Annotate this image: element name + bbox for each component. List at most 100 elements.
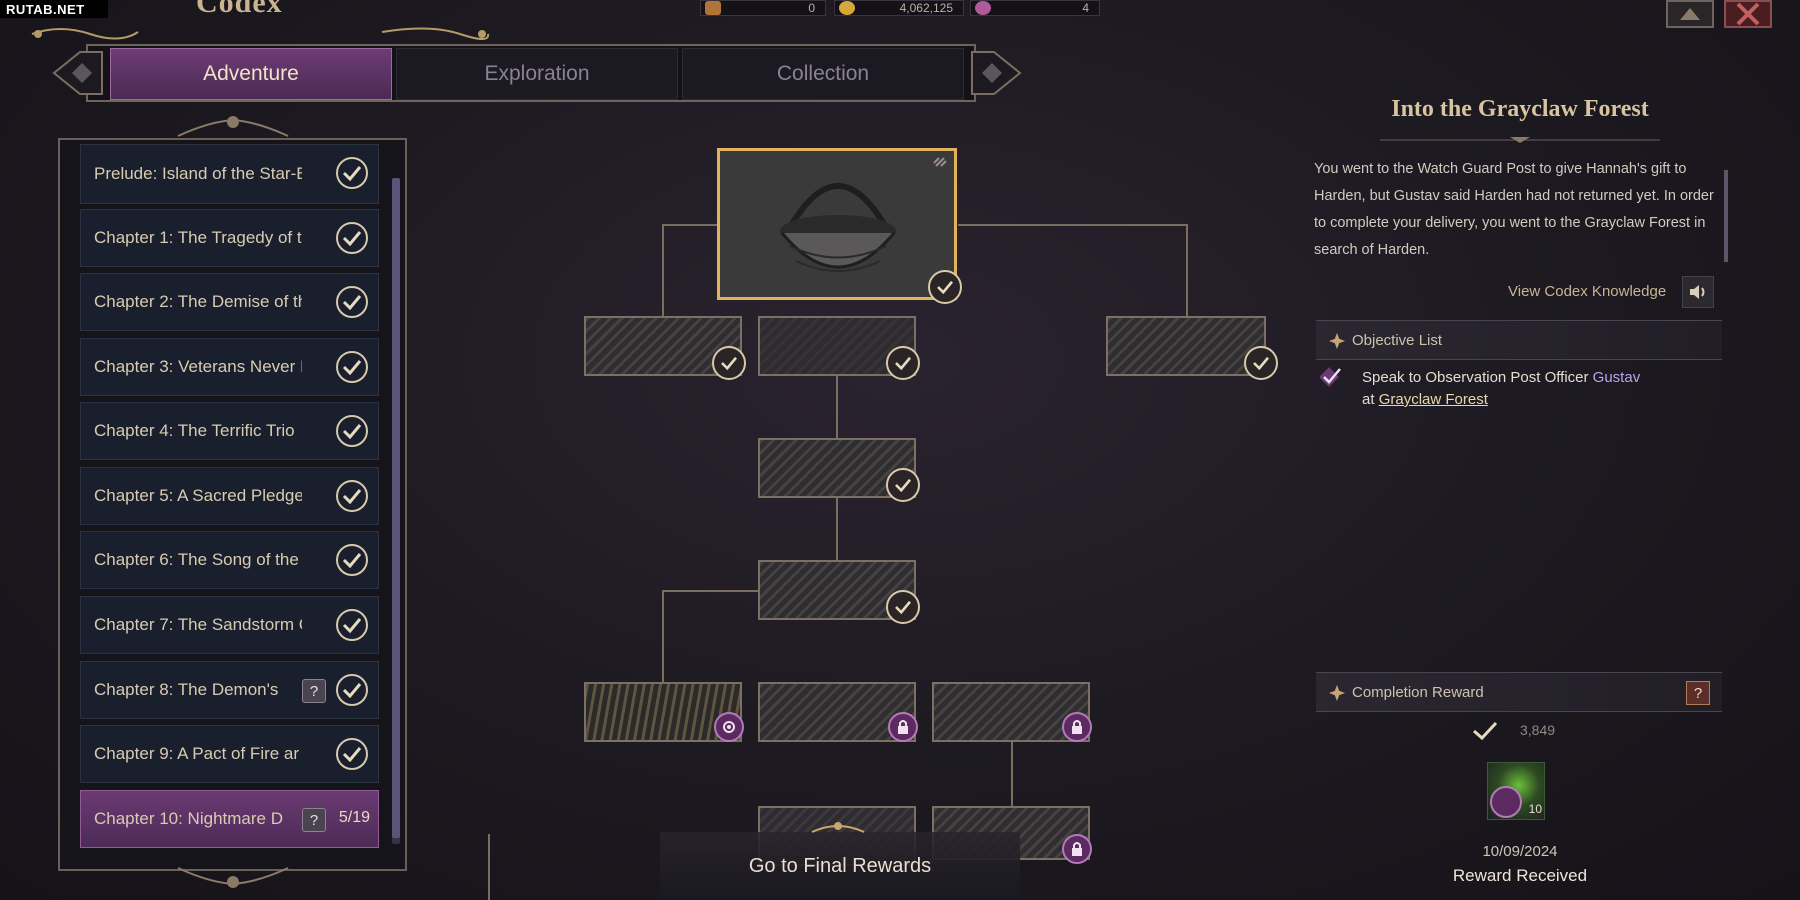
check-icon — [336, 222, 368, 254]
check-icon — [336, 738, 368, 770]
exp-check-icon — [1473, 721, 1498, 741]
completion-reward-label: Completion Reward — [1352, 683, 1484, 701]
objective-check-icon — [1320, 367, 1341, 387]
chapter-item[interactable]: Chapter 3: Veterans Never I — [80, 338, 379, 396]
help-icon[interactable]: ? — [302, 808, 326, 832]
watermark: RUTAB.NET — [0, 0, 108, 18]
chapter-item[interactable]: Chapter 5: A Sacred Pledge — [80, 467, 379, 525]
tree-connector — [1186, 224, 1188, 318]
chapter-item[interactable]: Prelude: Island of the Star-B — [80, 144, 379, 204]
list-bottom-ornament — [177, 867, 289, 888]
currency-coin: 4,062,125 — [834, 0, 964, 16]
coin-icon — [839, 1, 855, 15]
check-icon — [886, 590, 920, 624]
gear-icon — [714, 712, 744, 742]
tab-next-arrow[interactable] — [968, 48, 1024, 98]
check-icon — [1244, 346, 1278, 380]
check-icon — [712, 346, 746, 380]
chapter-label: Chapter 6: The Song of the — [94, 550, 299, 569]
scrollbar-thumb[interactable] — [392, 178, 400, 838]
tab-prev-arrow[interactable] — [50, 48, 106, 98]
chapter-label: Chapter 5: A Sacred Pledge — [94, 486, 302, 505]
check-icon — [928, 270, 962, 304]
fleur-icon — [1329, 685, 1345, 701]
tab-collection[interactable]: Collection — [682, 48, 964, 100]
button-ornament — [811, 822, 865, 833]
quest-node[interactable] — [1106, 316, 1266, 376]
title-left-ornament — [31, 28, 139, 40]
currency-pen: 0 — [700, 0, 826, 16]
chapter-label: Chapter 2: The Demise of th — [94, 292, 302, 311]
check-icon — [336, 157, 368, 189]
completion-reward-header: Completion Reward ? — [1316, 672, 1722, 712]
objective-list-header: Objective List — [1316, 320, 1722, 360]
check-icon — [336, 351, 368, 383]
objective-prefix: Speak to Observation Post Officer — [1362, 369, 1593, 386]
check-icon — [336, 286, 368, 318]
chapter-item[interactable]: Chapter 4: The Terrific Trio — [80, 402, 379, 460]
chapter-item[interactable]: Chapter 6: The Song of the — [80, 531, 379, 589]
reward-exp-value: 3,849 — [1520, 722, 1556, 738]
tree-connector — [836, 496, 838, 562]
check-icon — [336, 480, 368, 512]
chapter-item[interactable]: Chapter 8: The Demon's ? — [80, 661, 379, 719]
title-right-ornament — [381, 27, 490, 40]
check-icon — [336, 544, 368, 576]
check-icon — [886, 468, 920, 502]
lock-icon — [1062, 834, 1092, 864]
fleur-icon — [1329, 333, 1345, 349]
chapter-label: Chapter 3: Veterans Never I — [94, 357, 302, 376]
tab-adventure[interactable]: Adventure — [110, 48, 392, 100]
check-icon — [336, 609, 368, 641]
basket-illustration — [720, 151, 954, 297]
chapter-label: Prelude: Island of the Star-B — [94, 164, 302, 183]
check-icon — [336, 415, 368, 447]
quest-title: Into the Grayclaw Forest — [1391, 96, 1649, 122]
objective-at: at — [1362, 391, 1379, 408]
check-icon — [336, 674, 368, 706]
lock-icon — [888, 712, 918, 742]
tree-connector — [836, 376, 838, 440]
reward-status: Reward Received — [1452, 866, 1588, 885]
tree-connector — [958, 224, 1186, 226]
tree-connector — [662, 590, 664, 684]
voice-button[interactable] — [1682, 276, 1714, 308]
tree-connector — [662, 224, 664, 318]
reward-exp: 3,849 — [1470, 716, 1570, 744]
quest-node-selected[interactable] — [717, 148, 957, 300]
close-button[interactable] — [1724, 0, 1772, 28]
currency-value: 4 — [1082, 1, 1089, 15]
help-icon[interactable]: ? — [302, 679, 326, 703]
chapter-item[interactable]: Chapter 7: The Sandstorm C — [80, 596, 379, 654]
link-icon[interactable] — [930, 152, 950, 172]
reward-date: 10/09/2024 — [1482, 843, 1558, 860]
view-codex-knowledge-link[interactable]: View Codex Knowledge — [1508, 283, 1666, 300]
tab-exploration[interactable]: Exploration — [396, 48, 678, 100]
window-title: Codex — [196, 0, 283, 19]
chapter-item-active[interactable]: Chapter 10: Nightmare D ? 5/19 — [80, 790, 379, 848]
chapter-item[interactable]: Chapter 2: The Demise of th — [80, 273, 379, 331]
gem-icon — [975, 1, 991, 15]
chapter-label: Chapter 8: The Demon's — [94, 680, 279, 699]
currency-value: 4,062,125 — [899, 1, 953, 15]
chapter-item[interactable]: Chapter 9: A Pact of Fire ar — [80, 725, 379, 783]
final-rewards-label: Go to Final Rewards — [748, 854, 932, 877]
location-link[interactable]: Grayclaw Forest — [1379, 391, 1488, 408]
speaker-icon — [1690, 285, 1705, 299]
quest-description: You went to the Watch Guard Post to give… — [1314, 161, 1714, 258]
go-to-final-rewards-button[interactable]: Go to Final Rewards — [660, 832, 1020, 900]
reward-help-button[interactable]: ? — [1686, 681, 1710, 705]
description-scrollbar[interactable] — [1724, 170, 1728, 262]
npc-name[interactable]: Gustav — [1593, 369, 1641, 386]
objective-item: Speak to Observation Post Officer Gustav… — [1362, 367, 1640, 411]
check-icon — [886, 346, 920, 380]
currency-value: 0 — [808, 1, 815, 15]
reward-item-count: 10 — [1528, 802, 1542, 816]
tree-connector — [662, 224, 718, 226]
chapter-progress: 5/19 — [338, 809, 370, 826]
chapter-item[interactable]: Chapter 1: The Tragedy of t — [80, 209, 379, 267]
chapter-label: Chapter 10: Nightmare D — [94, 809, 283, 828]
guide-button[interactable] — [1666, 0, 1714, 28]
chapter-label: Chapter 7: The Sandstorm C — [94, 615, 302, 634]
tree-connector — [488, 834, 490, 900]
